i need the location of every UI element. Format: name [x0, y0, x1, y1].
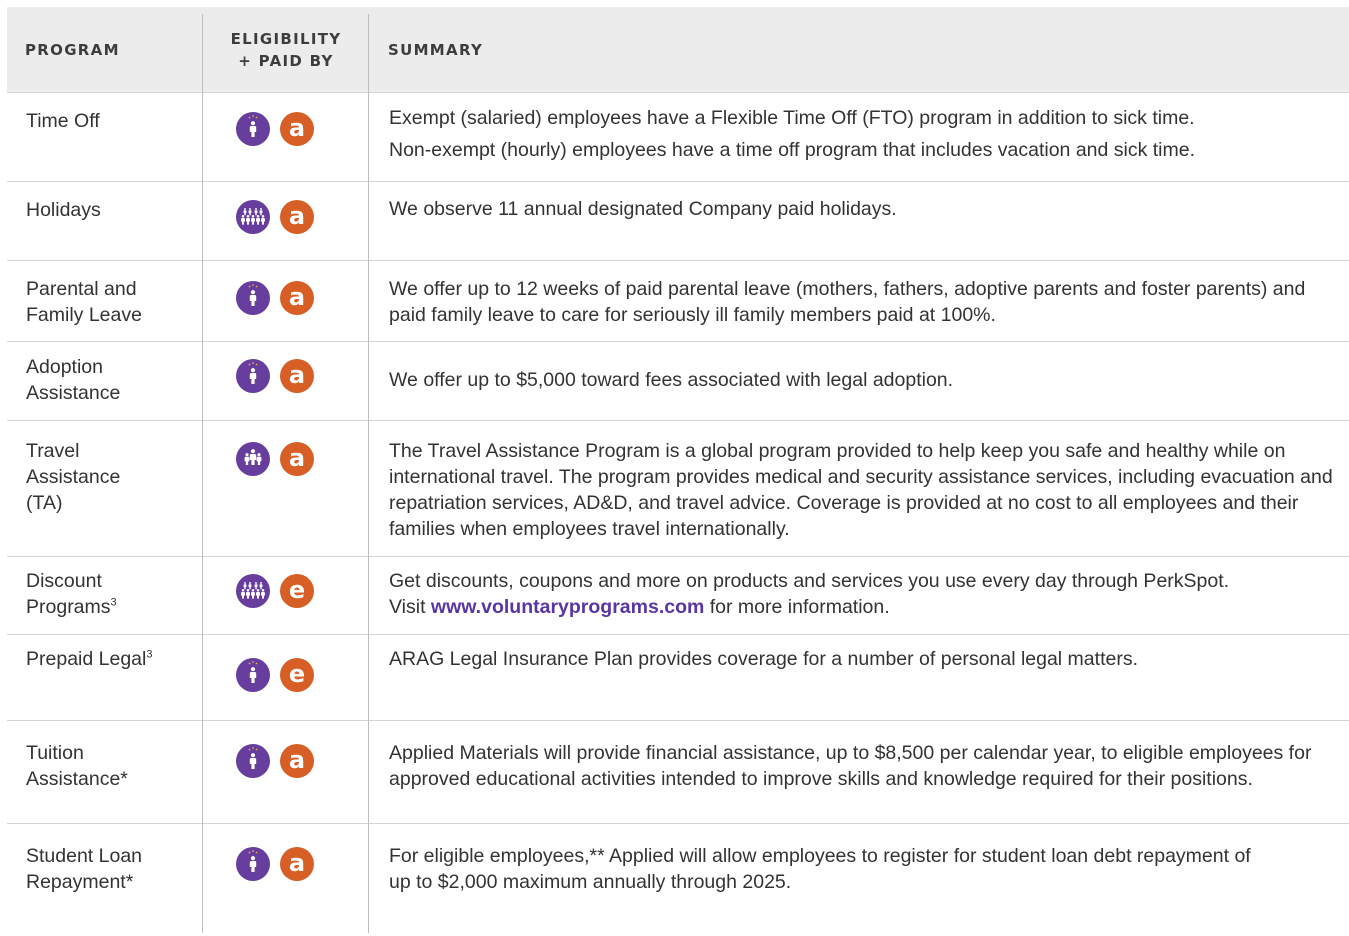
header-program: PROGRAM	[25, 40, 120, 59]
program-name: Discount Programs3	[26, 568, 136, 620]
employee-icon	[236, 359, 270, 393]
program-summary: Get discounts, coupons and more on produ…	[389, 568, 1339, 620]
table-row: Tuition Assistance* a Applied Materials …	[7, 720, 1349, 823]
summary-text: We observe 11 annual designated Company …	[389, 198, 897, 220]
header-eligibility-line2: + PAID BY	[238, 51, 334, 70]
summary-text-2: Visit www.voluntaryprograms.com for more…	[389, 594, 1339, 620]
program-name: Student Loan Repayment*	[26, 843, 166, 895]
family-icon	[236, 442, 270, 476]
program-label: Tuition Assistance*	[26, 742, 128, 790]
program-label: Adoption Assistance	[26, 356, 121, 404]
summary-text: Exempt (salaried) employees have a Flexi…	[389, 107, 1195, 129]
paid-by-letter: a	[288, 745, 306, 774]
program-name: Travel Assistance (TA)	[26, 438, 136, 516]
paid-by-letter: a	[288, 848, 306, 877]
program-summary: ARAG Legal Insurance Plan provides cover…	[389, 646, 1339, 672]
summary-text-2: Non-exempt (hourly) employees have a tim…	[389, 139, 1196, 161]
summary-text: We offer up to 12 weeks of paid parental…	[389, 278, 1306, 326]
program-summary: The Travel Assistance Program is a globa…	[389, 438, 1339, 542]
table-row: Student Loan Repayment* a For eligible e…	[7, 823, 1349, 933]
eligibility-paid-by: a	[236, 200, 342, 234]
paid-by-letter: e	[288, 659, 306, 688]
summary-text: We offer up to $5,000 toward fees associ…	[389, 369, 954, 391]
paid-by-badge: a	[280, 200, 314, 234]
program-label: Student Loan Repayment*	[26, 845, 143, 893]
paid-by-badge: a	[280, 281, 314, 315]
program-summary: We offer up to $5,000 toward fees associ…	[389, 367, 1339, 393]
summary-text: The Travel Assistance Program is a globa…	[389, 440, 1333, 540]
employee-icon	[236, 744, 270, 778]
column-divider	[368, 14, 369, 933]
eligibility-paid-by: a	[236, 281, 342, 315]
footnote-marker: 3	[110, 596, 117, 609]
program-name: Time Off	[26, 108, 191, 134]
group-icon	[236, 574, 270, 608]
program-label: Discount Programs	[26, 570, 111, 618]
program-name: Tuition Assistance*	[26, 740, 146, 792]
summary-text: ARAG Legal Insurance Plan provides cover…	[389, 648, 1138, 670]
paid-by-badge: a	[280, 442, 314, 476]
paid-by-badge: a	[280, 112, 314, 146]
program-summary: We observe 11 annual designated Company …	[389, 196, 1339, 222]
program-label: Holidays	[26, 199, 101, 221]
program-name: Parental and Family Leave	[26, 276, 176, 328]
employee-icon	[236, 281, 270, 315]
summary-text: Applied Materials will provide financial…	[389, 742, 1312, 790]
paid-by-letter: a	[288, 282, 306, 311]
eligibility-paid-by: a	[236, 112, 342, 146]
program-label: Prepaid Legal	[26, 648, 147, 670]
table-header: PROGRAM ELIGIBILITY + PAID BY SUMMARY	[7, 7, 1349, 92]
eligibility-paid-by: a	[236, 442, 342, 476]
eligibility-paid-by: a	[236, 744, 342, 778]
paid-by-letter: e	[288, 575, 306, 604]
table-row: Adoption Assistance a We offer up to $5,…	[7, 341, 1349, 420]
eligibility-paid-by: e	[236, 574, 342, 608]
eligibility-paid-by: e	[236, 658, 342, 692]
table-row: Discount Programs3 e Get discounts, coup…	[7, 556, 1349, 634]
table-row: Parental and Family Leave a We offer up …	[7, 260, 1349, 341]
eligibility-paid-by: a	[236, 359, 342, 393]
program-name: Adoption Assistance	[26, 354, 146, 406]
column-divider	[202, 14, 203, 933]
table-row: Time Off a Exempt (salaried) employees h…	[7, 92, 1349, 181]
paid-by-badge: e	[280, 658, 314, 692]
paid-by-letter: a	[288, 201, 306, 230]
program-name: Prepaid Legal3	[26, 646, 191, 672]
paid-by-badge: a	[280, 359, 314, 393]
paid-by-letter: a	[288, 360, 306, 389]
header-eligibility: ELIGIBILITY + PAID BY	[203, 7, 369, 92]
table-row: Prepaid Legal3 e ARAG Legal Insurance Pl…	[7, 634, 1349, 720]
program-name: Holidays	[26, 197, 191, 223]
summary-text: Get discounts, coupons and more on produ…	[389, 570, 1230, 592]
eligibility-paid-by: a	[236, 847, 342, 881]
benefits-table: PROGRAM ELIGIBILITY + PAID BY SUMMARY Tim…	[7, 7, 1349, 933]
footnote-marker: 3	[146, 648, 153, 661]
voluntary-programs-link[interactable]: www.voluntaryprograms.com	[431, 596, 704, 618]
paid-by-badge: a	[280, 847, 314, 881]
program-summary: We offer up to 12 weeks of paid parental…	[389, 276, 1329, 328]
program-summary: Applied Materials will provide financial…	[389, 740, 1319, 792]
group-icon	[236, 200, 270, 234]
paid-by-letter: a	[288, 443, 306, 472]
program-summary: Exempt (salaried) employees have a Flexi…	[389, 105, 1339, 163]
header-eligibility-line1: ELIGIBILITY	[230, 29, 342, 48]
employee-icon	[236, 847, 270, 881]
employee-icon	[236, 658, 270, 692]
program-summary: For eligible employees,** Applied will a…	[389, 843, 1259, 895]
program-label: Time Off	[26, 110, 100, 132]
program-label: Parental and Family Leave	[26, 278, 142, 326]
summary-pre: Visit	[389, 596, 431, 618]
summary-post: for more information.	[704, 596, 890, 618]
summary-text: For eligible employees,** Applied will a…	[389, 845, 1251, 893]
program-label: Travel Assistance (TA)	[26, 440, 121, 514]
table-row: Holidays a We observe 11 annual designat…	[7, 181, 1349, 260]
employee-icon	[236, 112, 270, 146]
paid-by-badge: a	[280, 744, 314, 778]
table-row: Travel Assistance (TA) a The Travel Assi…	[7, 420, 1349, 556]
paid-by-letter: a	[288, 113, 306, 142]
header-summary: SUMMARY	[388, 40, 484, 59]
paid-by-badge: e	[280, 574, 314, 608]
